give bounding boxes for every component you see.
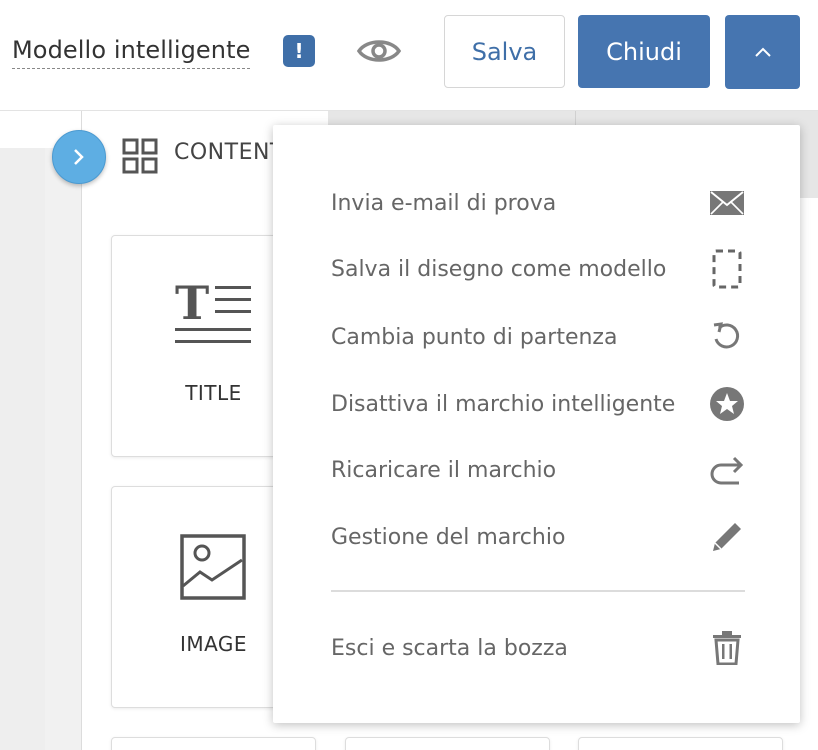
menu-item-label: Esci e scarta la bozza xyxy=(331,635,568,661)
top-toolbar: Modello intelligente ! Salva Chiudi xyxy=(0,0,818,111)
menu-item-reload-brand[interactable]: Ricaricare il marchio xyxy=(331,450,745,490)
dashed-template-icon xyxy=(709,249,745,289)
menu-item-label: Gestione del marchio xyxy=(331,524,566,550)
star-circle-icon xyxy=(709,386,745,422)
section-title: CONTENT xyxy=(174,140,274,165)
menu-item-label: Invia e-mail di prova xyxy=(331,190,557,216)
options-dropdown-menu: Invia e-mail di prova Salva il disegno c… xyxy=(273,125,800,723)
menu-item-brand-management[interactable]: Gestione del marchio xyxy=(331,517,745,557)
undo-icon xyxy=(709,319,745,355)
menu-item-save-as-template[interactable]: Salva il disegno come modello xyxy=(331,249,745,289)
title-text-icon: T xyxy=(175,281,251,343)
menu-item-exit-discard-draft[interactable]: Esci e scarta la bozza xyxy=(331,628,745,668)
collapse-panel-button[interactable] xyxy=(52,130,106,184)
save-button[interactable]: Salva xyxy=(444,15,565,88)
trash-icon xyxy=(709,630,745,666)
grid-icon xyxy=(122,138,158,174)
more-options-button[interactable] xyxy=(725,15,800,89)
menu-item-label: Cambia punto di partenza xyxy=(331,324,618,350)
chevron-up-icon xyxy=(754,47,771,57)
menu-item-disable-smart-brand[interactable]: Disattiva il marchio intelligente xyxy=(331,384,745,424)
close-button[interactable]: Chiudi xyxy=(578,15,710,88)
template-name[interactable]: Modello intelligente xyxy=(12,34,251,69)
menu-item-label: Ricaricare il marchio xyxy=(331,457,557,483)
image-icon xyxy=(180,534,246,600)
content-block[interactable] xyxy=(111,737,316,750)
svg-text:T: T xyxy=(175,281,209,330)
content-block[interactable] xyxy=(578,737,783,750)
content-block[interactable] xyxy=(345,737,550,750)
redo-arrow-icon xyxy=(709,452,745,488)
eye-icon[interactable] xyxy=(356,34,402,68)
email-canvas xyxy=(0,148,45,750)
chevron-right-icon xyxy=(74,149,84,165)
envelope-icon xyxy=(709,185,745,221)
menu-divider xyxy=(331,590,745,592)
menu-item-label: Salva il disegno come modello xyxy=(331,256,667,282)
menu-item-label: Disattiva il marchio intelligente xyxy=(331,391,676,417)
menu-item-change-starting-point[interactable]: Cambia punto di partenza xyxy=(331,317,745,357)
menu-item-send-test-email[interactable]: Invia e-mail di prova xyxy=(331,183,745,223)
alert-badge[interactable]: ! xyxy=(283,35,315,67)
pencil-icon xyxy=(709,519,745,555)
